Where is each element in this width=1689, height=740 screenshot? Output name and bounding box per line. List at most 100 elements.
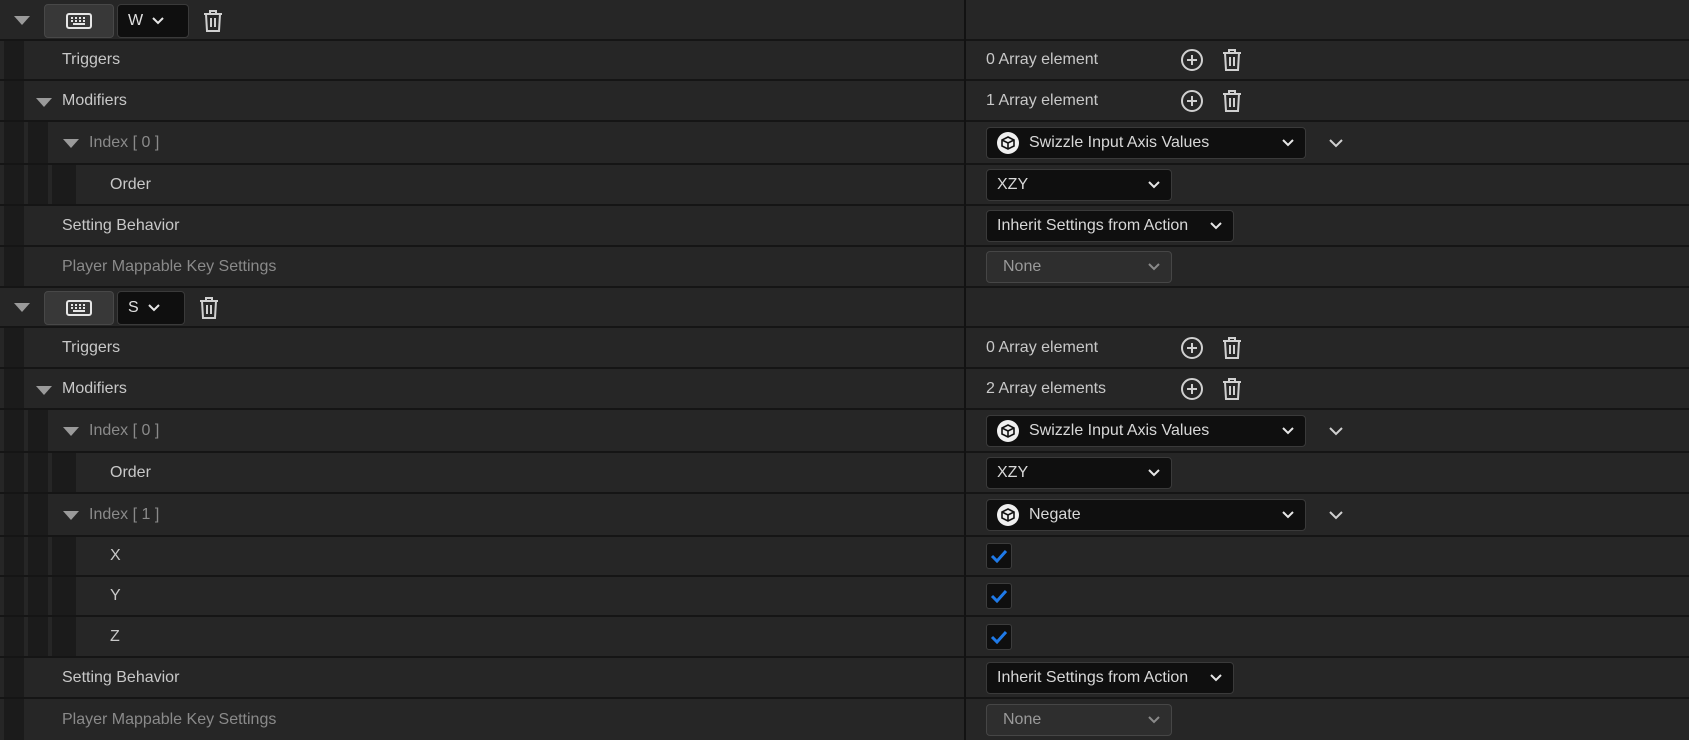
delete-mapping-trash-icon[interactable] <box>198 296 220 320</box>
modifiers-count: 1 Array element <box>986 91 1099 109</box>
order-dropdown[interactable]: XZY <box>986 456 1172 489</box>
clear-elements-trash-icon[interactable] <box>1212 42 1252 78</box>
order-dropdown[interactable]: XZY <box>986 168 1172 201</box>
chevron-down-icon <box>1282 510 1294 518</box>
expand-chevron-icon[interactable] <box>1328 426 1344 436</box>
modifier-name: Swizzle Input Axis Values <box>1029 133 1210 151</box>
collapse-arrow-icon[interactable] <box>63 139 79 148</box>
player-mappable-label: Player Mappable Key Settings <box>62 710 277 728</box>
column-splitter[interactable] <box>964 0 966 740</box>
collapse-arrow-icon[interactable] <box>63 427 79 436</box>
modifier-class-dropdown[interactable]: Swizzle Input Axis Values <box>986 414 1306 447</box>
setting-behavior-dropdown[interactable]: Inherit Settings from Action <box>986 209 1234 242</box>
checkmark-icon <box>990 589 1008 603</box>
player-mappable-row: Player Mappable Key Settings None <box>0 699 1689 740</box>
modifiers-label: Modifiers <box>62 379 127 397</box>
setting-behavior-value: Inherit Settings from Action <box>997 216 1189 234</box>
modifier-index-row: Index [ 0 ] Swizzle Input Axis Values <box>0 410 1689 453</box>
chevron-down-icon <box>1210 673 1222 681</box>
chevron-down-icon <box>1148 180 1160 188</box>
player-mappable-value: None <box>1003 257 1042 275</box>
collapse-arrow-icon[interactable] <box>14 303 30 312</box>
checkmark-icon <box>990 630 1008 644</box>
order-value: XZY <box>997 175 1029 193</box>
collapse-arrow-icon[interactable] <box>14 16 30 25</box>
modifiers-row: Modifiers 2 Array elements <box>0 369 1689 410</box>
axis-label: Y <box>110 587 121 604</box>
modifier-class-dropdown[interactable]: Swizzle Input Axis Values <box>986 126 1306 159</box>
clear-elements-trash-icon[interactable] <box>1212 83 1252 119</box>
order-row: Order XZY <box>0 453 1689 494</box>
expand-chevron-icon[interactable] <box>1328 510 1344 520</box>
chevron-down-icon <box>1282 426 1294 434</box>
order-value: XZY <box>997 463 1029 481</box>
player-mappable-value: None <box>1003 710 1042 728</box>
order-label: Order <box>110 463 151 481</box>
index-label: Index [ 1 ] <box>89 505 160 523</box>
player-mappable-dropdown: None <box>986 703 1172 736</box>
keyboard-key-selector-button[interactable] <box>44 291 114 325</box>
modifier-index-row: Index [ 1 ] Negate <box>0 494 1689 537</box>
modifier-name: Negate <box>1029 505 1081 523</box>
index-label: Index [ 0 ] <box>89 133 160 151</box>
modifier-name: Swizzle Input Axis Values <box>1029 421 1210 439</box>
add-element-plus-icon[interactable] <box>1172 330 1212 366</box>
clear-elements-trash-icon[interactable] <box>1212 371 1252 407</box>
order-row: Order XZY <box>0 165 1689 206</box>
clear-elements-trash-icon[interactable] <box>1212 330 1252 366</box>
negate-axis-row: Y <box>0 577 1689 617</box>
axis-x-checkbox[interactable] <box>986 543 1012 569</box>
axis-label: Z <box>110 627 120 645</box>
triggers-count: 0 Array element <box>986 338 1099 356</box>
mapping-header-s: S <box>0 288 1689 328</box>
cube-icon <box>997 131 1019 154</box>
setting-behavior-row: Setting Behavior Inherit Settings from A… <box>0 206 1689 247</box>
key-label: W <box>128 12 144 29</box>
axis-y-checkbox[interactable] <box>986 583 1012 609</box>
triggers-label: Triggers <box>62 51 121 68</box>
negate-axis-row: X <box>0 537 1689 577</box>
negate-axis-row: Z <box>0 617 1689 658</box>
chevron-down-icon <box>1210 221 1222 229</box>
setting-behavior-value: Inherit Settings from Action <box>997 668 1189 686</box>
modifiers-count: 2 Array elements <box>986 379 1107 397</box>
key-label: S <box>128 299 139 316</box>
index-label: Index [ 0 ] <box>89 421 160 439</box>
chevron-down-icon <box>147 304 160 312</box>
setting-behavior-label: Setting Behavior <box>62 668 180 686</box>
add-element-plus-icon[interactable] <box>1172 371 1212 407</box>
keyboard-key-selector-button[interactable] <box>44 4 114 38</box>
setting-behavior-row: Setting Behavior Inherit Settings from A… <box>0 658 1689 699</box>
setting-behavior-dropdown[interactable]: Inherit Settings from Action <box>986 661 1234 694</box>
modifiers-row: Modifiers 1 Array element <box>0 81 1689 122</box>
add-element-plus-icon[interactable] <box>1172 83 1212 119</box>
mapping-header-w: W <box>0 0 1689 41</box>
order-label: Order <box>110 175 151 193</box>
expand-chevron-icon[interactable] <box>1328 138 1344 148</box>
modifier-index-row: Index [ 0 ] Swizzle Input Axis Values <box>0 122 1689 165</box>
key-combo-w[interactable]: W <box>117 4 189 38</box>
player-mappable-row: Player Mappable Key Settings None <box>0 247 1689 288</box>
axis-label: X <box>110 547 121 564</box>
collapse-arrow-icon[interactable] <box>63 511 79 520</box>
chevron-down-icon <box>1148 262 1160 270</box>
collapse-arrow-icon[interactable] <box>36 386 52 395</box>
modifier-class-dropdown[interactable]: Negate <box>986 498 1306 531</box>
delete-mapping-trash-icon[interactable] <box>202 9 224 33</box>
checkmark-icon <box>990 549 1008 563</box>
player-mappable-dropdown: None <box>986 250 1172 283</box>
chevron-down-icon <box>1282 138 1294 146</box>
key-combo-s[interactable]: S <box>117 291 185 325</box>
cube-icon <box>997 503 1019 526</box>
collapse-arrow-icon[interactable] <box>36 98 52 107</box>
chevron-down-icon <box>152 17 164 25</box>
triggers-row: Triggers 0 Array element <box>0 41 1689 81</box>
triggers-count: 0 Array element <box>986 51 1099 68</box>
keyboard-icon <box>66 13 92 29</box>
cube-icon <box>997 419 1019 442</box>
axis-z-checkbox[interactable] <box>986 623 1012 650</box>
keyboard-icon <box>66 300 92 316</box>
chevron-down-icon <box>1148 468 1160 476</box>
add-element-plus-icon[interactable] <box>1172 42 1212 78</box>
triggers-label: Triggers <box>62 338 121 356</box>
